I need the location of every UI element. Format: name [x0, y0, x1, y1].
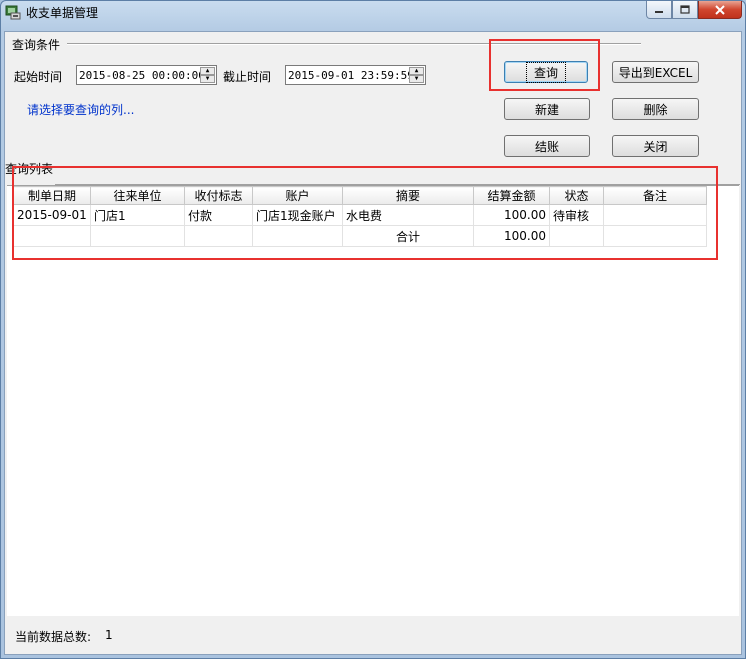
close-button[interactable]: 关闭: [612, 135, 699, 157]
record-count-label: 当前数据总数:: [15, 630, 92, 644]
spin-down-icon[interactable]: ▼: [200, 75, 215, 83]
delete-button[interactable]: 删除: [612, 98, 699, 120]
new-button[interactable]: 新建: [504, 98, 590, 120]
end-time-value: 2015-09-01 23:59:59: [288, 69, 414, 82]
start-time-label: 起始时间: [14, 70, 63, 84]
end-time-picker[interactable]: 2015-09-01 23:59:59 ▲ ▼: [285, 65, 426, 85]
spin-up-icon[interactable]: ▲: [409, 67, 424, 75]
export-excel-button[interactable]: 导出到EXCEL: [612, 61, 699, 83]
maximize-button[interactable]: [672, 1, 698, 19]
main-window: 收支单据管理 查询条件 起始时间 2015-08-25 00:00:00 ▲ ▼…: [0, 0, 746, 659]
start-time-spinner[interactable]: ▲ ▼: [200, 67, 215, 83]
close-icon: [715, 4, 725, 15]
minimize-button[interactable]: [646, 1, 672, 19]
highlight-box-query: [489, 39, 600, 91]
maximize-icon: [680, 5, 690, 14]
end-time-label: 截止时间: [223, 70, 272, 84]
spin-up-icon[interactable]: ▲: [200, 67, 215, 75]
client-area: 查询条件 起始时间 2015-08-25 00:00:00 ▲ ▼ 截止时间 2…: [4, 31, 742, 655]
settle-button[interactable]: 结账: [504, 135, 590, 157]
highlight-box-results: [12, 166, 718, 260]
record-count-value: 1: [105, 628, 113, 642]
minimize-icon: [655, 10, 663, 13]
title-bar[interactable]: 收支单据管理: [1, 1, 745, 23]
start-time-value: 2015-08-25 00:00:00: [79, 69, 205, 82]
close-window-button[interactable]: [698, 1, 742, 19]
query-group-label: 查询条件: [12, 38, 61, 52]
spin-down-icon[interactable]: ▼: [409, 75, 424, 83]
column-select-link[interactable]: 请选择要查询的列...: [27, 101, 134, 118]
window-title: 收支单据管理: [26, 6, 99, 20]
app-icon: [5, 5, 21, 20]
end-time-spinner[interactable]: ▲ ▼: [409, 67, 424, 83]
start-time-picker[interactable]: 2015-08-25 00:00:00 ▲ ▼: [76, 65, 217, 85]
